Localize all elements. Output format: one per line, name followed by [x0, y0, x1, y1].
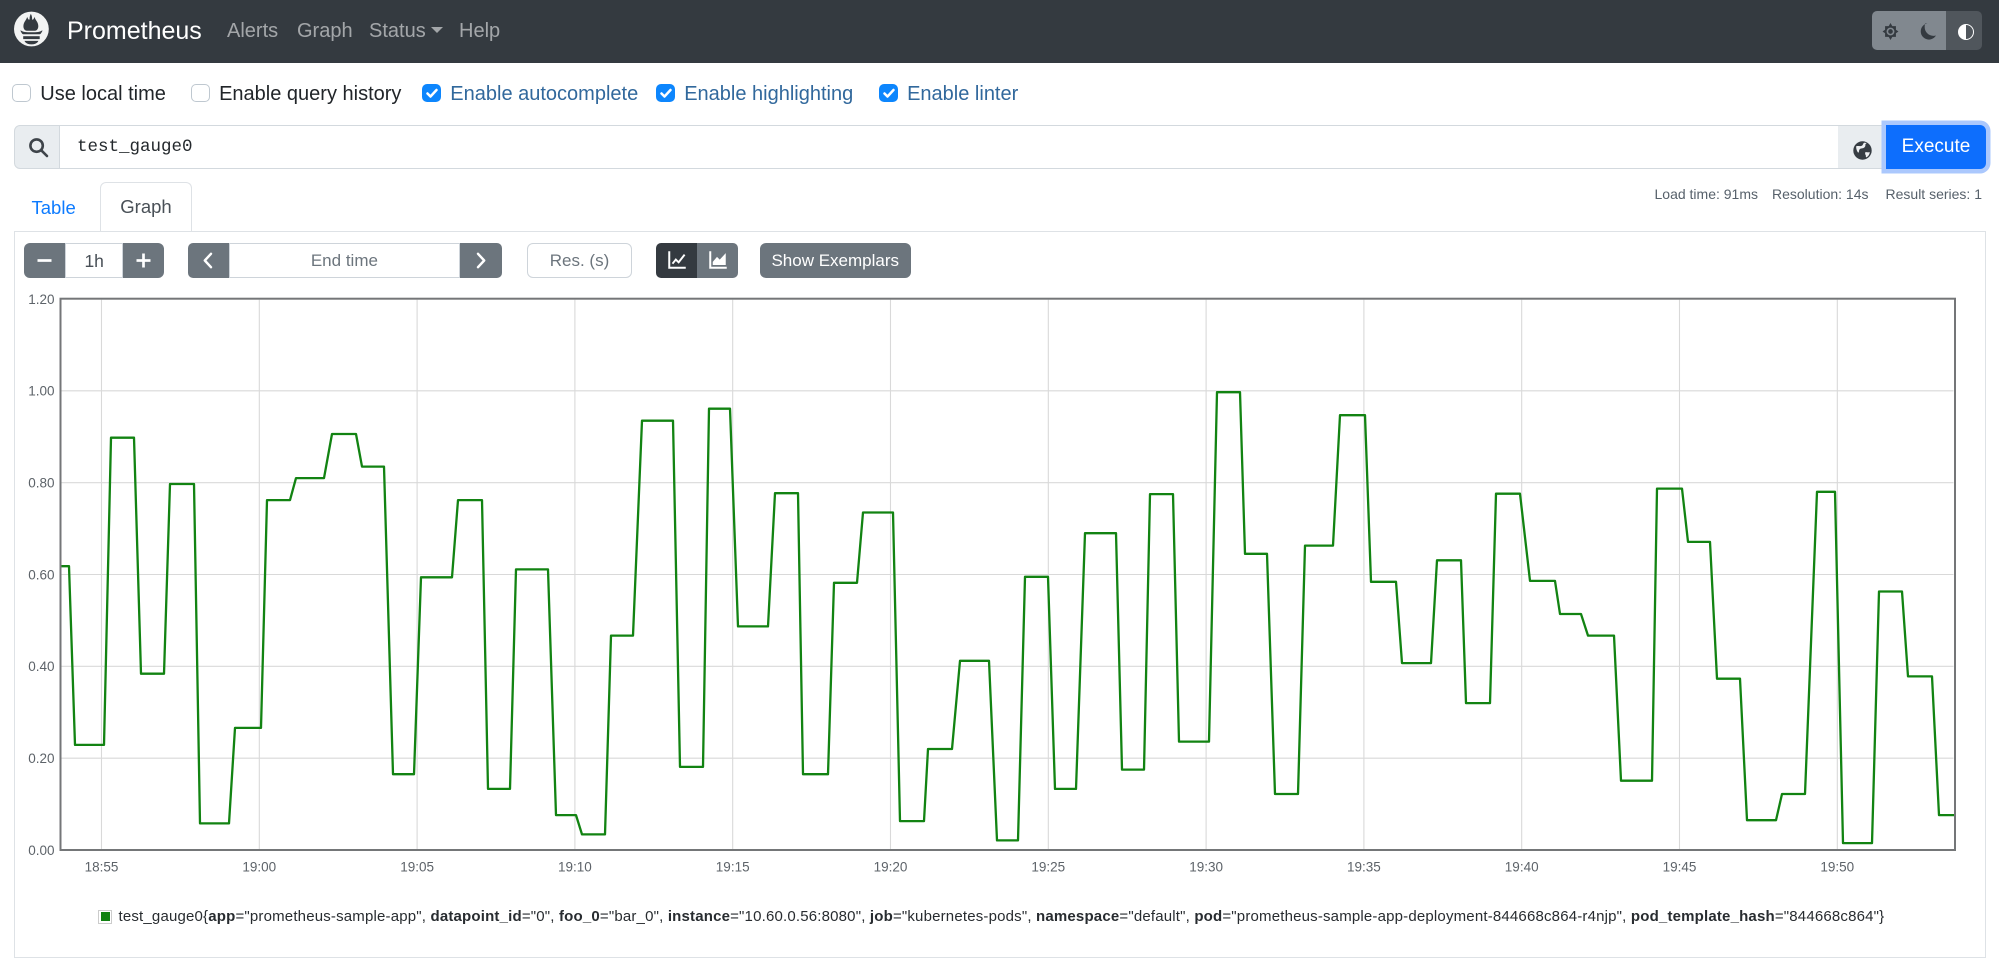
svg-text:19:50: 19:50	[1820, 860, 1854, 875]
svg-text:19:15: 19:15	[716, 860, 750, 875]
svg-text:19:20: 19:20	[874, 860, 908, 875]
svg-text:19:30: 19:30	[1189, 860, 1223, 875]
svg-text:19:40: 19:40	[1505, 860, 1539, 875]
svg-text:18:55: 18:55	[85, 860, 119, 875]
svg-text:19:00: 19:00	[242, 860, 276, 875]
svg-text:1.00: 1.00	[28, 384, 54, 399]
svg-text:0.60: 0.60	[28, 567, 54, 582]
svg-text:19:10: 19:10	[558, 860, 592, 875]
svg-text:19:25: 19:25	[1031, 860, 1065, 875]
svg-text:1.20: 1.20	[28, 292, 54, 307]
svg-text:0.00: 0.00	[28, 843, 54, 858]
svg-text:19:05: 19:05	[400, 860, 434, 875]
svg-text:0.40: 0.40	[28, 659, 54, 674]
svg-text:19:45: 19:45	[1663, 860, 1697, 875]
svg-text:19:35: 19:35	[1347, 860, 1381, 875]
svg-text:0.20: 0.20	[28, 751, 54, 766]
svg-text:0.80: 0.80	[28, 476, 54, 491]
